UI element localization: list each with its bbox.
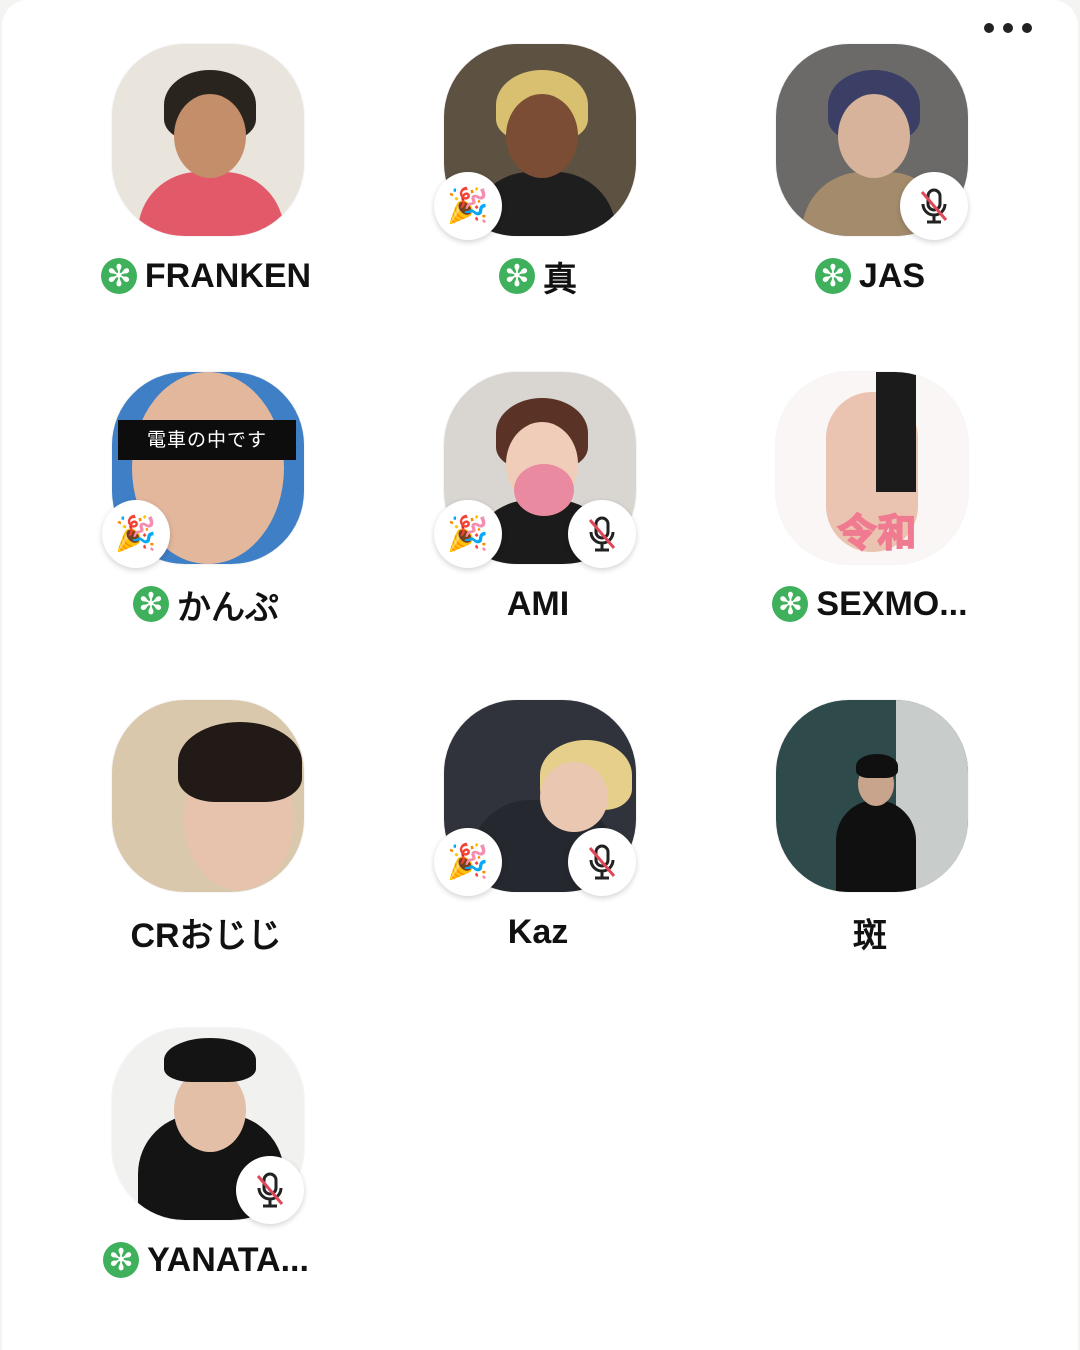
new-member-icon: ✻ (814, 258, 851, 294)
speaker-name: Kaz (507, 912, 569, 951)
party-popper-icon: 🎉 (434, 500, 502, 568)
speaker-tile[interactable]: ✻ JAS (740, 0, 1000, 295)
more-dot-icon (1022, 23, 1032, 33)
party-popper-icon: 🎉 (434, 828, 502, 896)
speaker-name: AMI (506, 584, 570, 623)
avatar[interactable] (112, 44, 304, 236)
party-popper-icon: 🎉 (434, 172, 502, 240)
more-dot-icon (1003, 23, 1013, 33)
speaker-tile[interactable]: CRおじじ (76, 656, 336, 955)
speaker-name-row: Kaz (408, 910, 668, 954)
speaker-name-row: ✻ SEXMO... (740, 582, 1000, 626)
speaker-name: かんぷ (177, 588, 279, 627)
avatar[interactable] (776, 700, 968, 892)
speaker-name-row: ✻ JAS (740, 254, 1000, 298)
room-speakers-sheet: ✻ FRANKEN 🎉 ✻ 真 ✻ JAS 電車の中です 🎉 ✻ かんぷ 🎉 A… (2, 0, 1078, 1350)
muted-mic-icon (568, 828, 636, 896)
new-member-icon: ✻ (133, 586, 169, 622)
speaker-name: CRおじじ (130, 916, 282, 955)
speaker-name-row: ✻ FRANKEN (76, 254, 336, 298)
speaker-name-row: CRおじじ (76, 910, 336, 955)
new-member-icon: ✻ (100, 258, 137, 294)
speaker-tile[interactable]: 🎉 Kaz (408, 656, 668, 951)
speaker-name-row: ✻ 真 (408, 254, 668, 299)
speaker-name-row: AMI (408, 582, 668, 626)
speaker-name: JAS (858, 256, 926, 295)
speaker-name: YANATA... (147, 1240, 309, 1279)
new-member-icon: ✻ (499, 258, 535, 294)
speaker-tile[interactable]: 🎉 ✻ 真 (408, 0, 668, 299)
speaker-tile[interactable]: ✻ YANATA... (76, 984, 336, 1279)
speaker-tile[interactable]: 電車の中です 🎉 ✻ かんぷ (76, 328, 336, 627)
speaker-tile[interactable]: 令和 ✻ SEXMO... (740, 328, 1000, 623)
avatar-caption: 電車の中です (118, 420, 296, 460)
speaker-name-row: 斑 (740, 910, 1000, 955)
muted-mic-icon (900, 172, 968, 240)
avatar[interactable]: 令和 (776, 372, 968, 564)
speaker-name-row: ✻ YANATA... (76, 1238, 336, 1282)
muted-mic-icon (236, 1156, 304, 1224)
party-popper-icon: 🎉 (102, 500, 170, 568)
speaker-tile[interactable]: ✻ FRANKEN (76, 0, 336, 295)
speaker-tile[interactable]: 斑 (740, 656, 1000, 955)
speaker-name: 真 (543, 260, 577, 299)
speaker-tile[interactable]: 🎉 AMI (408, 328, 668, 623)
speaker-name: SEXMO... (816, 584, 968, 623)
new-member-icon: ✻ (103, 1242, 140, 1278)
muted-mic-icon (568, 500, 636, 568)
avatar-caption: 令和 (837, 510, 919, 556)
speaker-name: FRANKEN (144, 256, 312, 295)
speaker-name-row: ✻ かんぷ (76, 582, 336, 627)
avatar[interactable] (112, 700, 304, 892)
speaker-name: 斑 (853, 916, 887, 955)
new-member-icon: ✻ (772, 586, 809, 622)
